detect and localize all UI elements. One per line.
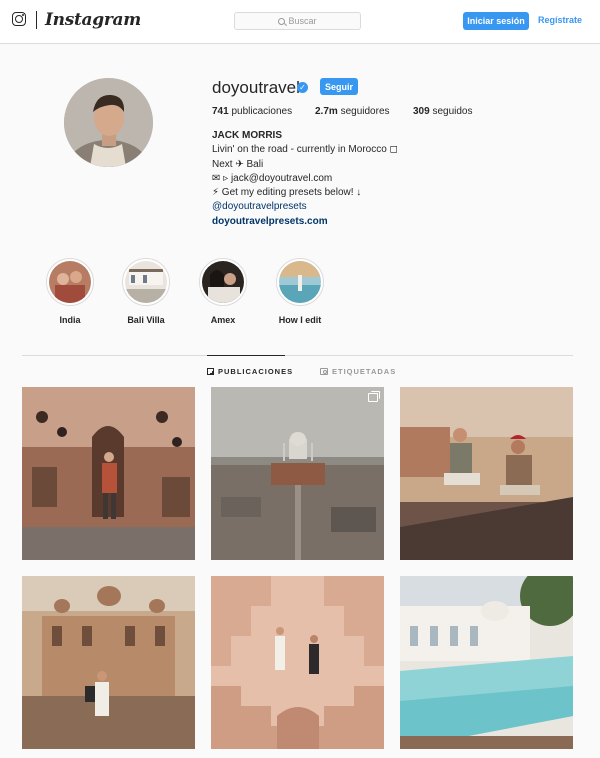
post-thumbnail[interactable] [400, 387, 573, 560]
logo-separator [36, 11, 37, 29]
search-placeholder: Buscar [288, 16, 317, 26]
bio-line: Livin' on the road - currently in Morocc… [212, 144, 398, 156]
bio-website-link[interactable]: doyoutravelpresets.com [212, 215, 398, 229]
tabs-divider [22, 355, 573, 356]
verified-badge-icon: ✓ [297, 82, 308, 93]
profile-bio: JACK MORRIS Livin' on the road - current… [212, 129, 398, 229]
followers-stat[interactable]: 2.7m seguidores [315, 106, 390, 117]
post-thumbnail[interactable] [211, 576, 384, 749]
highlight-cover [279, 261, 321, 303]
tab-tagged-label: ETIQUETADAS [332, 367, 397, 376]
follow-button[interactable]: Seguir [320, 78, 358, 95]
search-icon [278, 17, 286, 25]
highlight-label: Amex [210, 315, 236, 325]
highlight-cover [49, 261, 91, 303]
instagram-camera-icon[interactable] [12, 12, 26, 26]
highlight-ring [46, 258, 94, 306]
followers-count: 2.7m [315, 106, 338, 117]
posts-label: publicaciones [231, 106, 293, 117]
following-count: 309 [413, 106, 430, 117]
posts-stat: 741 publicaciones [212, 106, 292, 117]
highlight-label: Bali Villa [127, 315, 165, 325]
active-tab-indicator [207, 355, 285, 356]
bio-handle-link[interactable]: @doyoutravelpresets [212, 200, 398, 214]
post-thumbnail[interactable] [22, 576, 195, 749]
highlight-how-i-edit[interactable]: How I edit [265, 258, 335, 325]
following-stat[interactable]: 309 seguidos [413, 106, 473, 117]
login-button[interactable]: Iniciar sesión [463, 12, 529, 30]
profile-username: doyoutravel [212, 78, 300, 97]
multiple-photos-icon [368, 391, 380, 402]
post-thumbnail[interactable] [211, 387, 384, 560]
profile-avatar[interactable] [64, 78, 153, 167]
highlight-label: India [59, 315, 81, 325]
bio-line: ✉ ▹ jack@doyoutravel.com [212, 172, 333, 184]
highlight-cover [202, 261, 244, 303]
search-input[interactable]: Buscar [234, 12, 361, 30]
tab-posts[interactable]: PUBLICACIONES [207, 367, 293, 376]
posts-count: 741 [212, 106, 229, 117]
highlight-ring [276, 258, 324, 306]
highlight-india[interactable]: India [35, 258, 105, 325]
bio-line: Next ✈ Bali [212, 158, 264, 170]
post-thumbnail[interactable] [400, 576, 573, 749]
top-navigation-bar: Instagram Buscar Iniciar sesión Regístra… [0, 0, 600, 44]
highlight-label: How I edit [278, 315, 322, 325]
following-label: seguidos [432, 106, 473, 117]
highlight-ring [199, 258, 247, 306]
followers-label: seguidores [340, 106, 390, 117]
signup-link[interactable]: Regístrate [538, 15, 582, 25]
tab-posts-label: PUBLICACIONES [218, 367, 294, 376]
tagged-icon [320, 368, 328, 375]
highlight-ring [122, 258, 170, 306]
bio-line: ⚡ Get my editing presets below! ↓ [212, 187, 362, 199]
post-thumbnail[interactable] [22, 387, 195, 560]
grid-icon [207, 368, 214, 375]
tab-tagged[interactable]: ETIQUETADAS [320, 367, 396, 376]
highlight-bali-villa[interactable]: Bali Villa [111, 258, 181, 325]
profile-full-name: JACK MORRIS [212, 130, 283, 141]
highlight-amex[interactable]: Amex [188, 258, 258, 325]
highlight-cover [125, 261, 167, 303]
instagram-logo[interactable]: Instagram [45, 10, 141, 30]
